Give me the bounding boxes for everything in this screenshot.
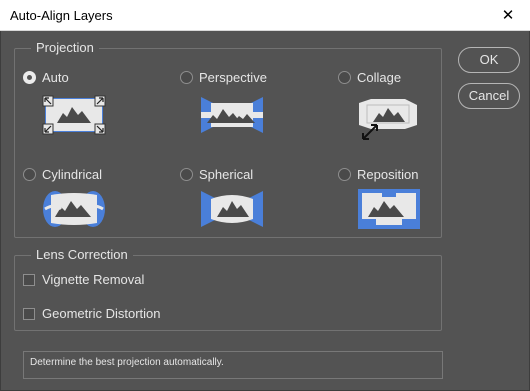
perspective-thumbnail-icon[interactable] <box>199 95 265 135</box>
cylindrical-thumbnail-icon[interactable] <box>41 189 107 229</box>
collage-radio[interactable] <box>338 71 351 84</box>
option-reposition[interactable]: Reposition <box>338 167 418 182</box>
vignette-removal-label: Vignette Removal <box>42 272 145 287</box>
spherical-thumbnail-icon[interactable] <box>199 189 265 229</box>
title-bar: Auto-Align Layers ✕ <box>0 0 530 31</box>
option-reposition-label: Reposition <box>357 167 419 182</box>
option-cylindrical-label: Cylindrical <box>42 167 102 182</box>
option-collage-label: Collage <box>357 70 402 85</box>
lens-correction-legend: Lens Correction <box>31 247 133 262</box>
collage-thumbnail-icon[interactable] <box>355 95 421 141</box>
option-cylindrical[interactable]: Cylindrical <box>23 167 102 182</box>
reposition-thumbnail-icon[interactable] <box>358 189 420 229</box>
vignette-removal-checkbox[interactable] <box>23 273 35 286</box>
projection-legend: Projection <box>31 40 99 55</box>
geometric-distortion-checkbox[interactable] <box>23 307 35 320</box>
close-button[interactable]: ✕ <box>496 5 520 27</box>
auto-thumbnail-icon[interactable] <box>41 95 107 135</box>
option-perspective[interactable]: Perspective <box>180 70 267 85</box>
geometric-distortion-label: Geometric Distortion <box>42 306 161 321</box>
option-spherical[interactable]: Spherical <box>180 167 253 182</box>
option-spherical-label: Spherical <box>199 167 254 182</box>
reposition-radio[interactable] <box>338 168 351 181</box>
ok-button[interactable]: OK <box>458 47 520 73</box>
spherical-radio[interactable] <box>180 168 193 181</box>
cylindrical-radio[interactable] <box>23 168 36 181</box>
window-title: Auto-Align Layers <box>10 8 113 23</box>
dialog-body: Projection Auto Perspective Collage Cyli… <box>0 31 530 391</box>
geometric-distortion-option[interactable]: Geometric Distortion <box>23 306 160 321</box>
auto-radio[interactable] <box>23 71 36 84</box>
option-collage[interactable]: Collage <box>338 70 401 85</box>
option-perspective-label: Perspective <box>199 70 267 85</box>
option-auto[interactable]: Auto <box>23 70 69 85</box>
perspective-radio[interactable] <box>180 71 193 84</box>
description-box: Determine the best projection automatica… <box>23 351 443 379</box>
cancel-button[interactable]: Cancel <box>458 83 520 109</box>
vignette-removal-option[interactable]: Vignette Removal <box>23 272 144 287</box>
option-auto-label: Auto <box>42 70 69 85</box>
